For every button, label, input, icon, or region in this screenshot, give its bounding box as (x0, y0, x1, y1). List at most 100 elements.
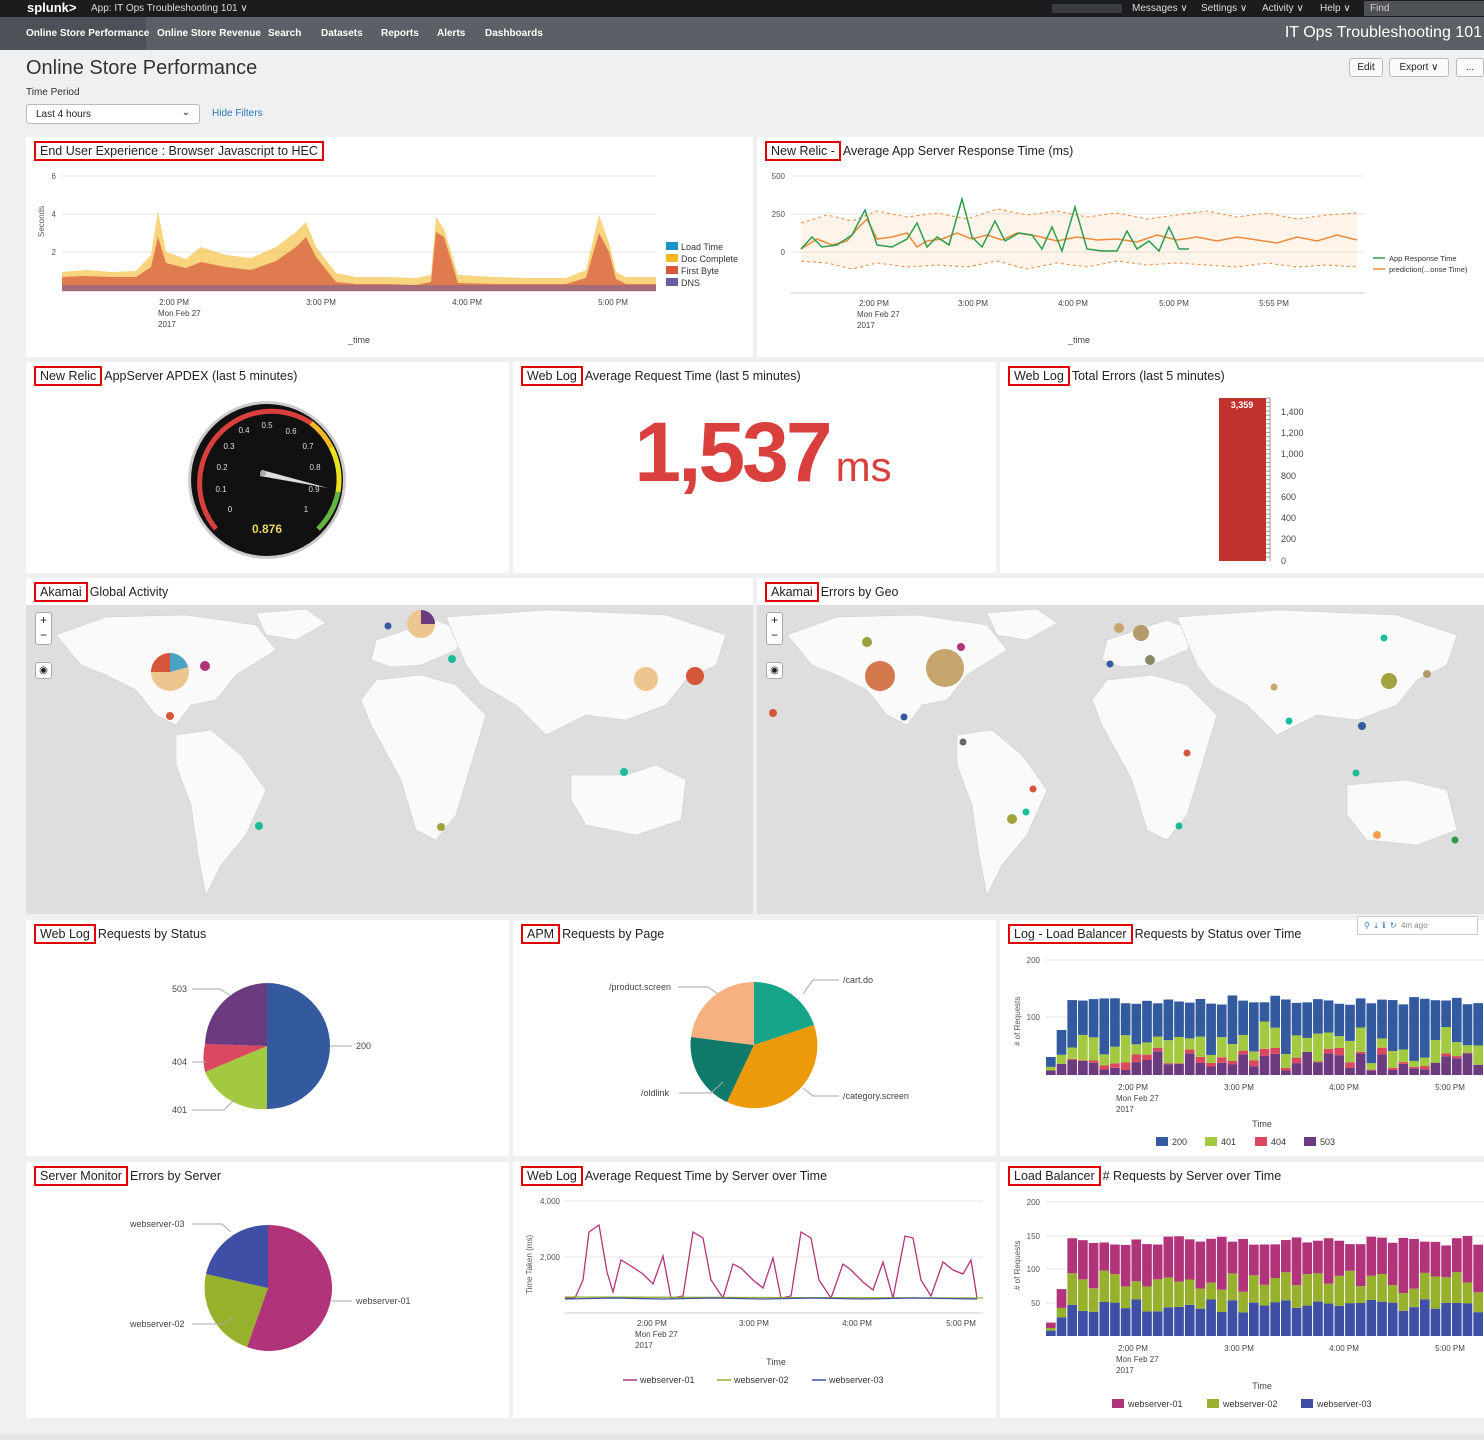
bar-503 (1323, 1053, 1334, 1075)
user-menu-blurred[interactable] (1052, 4, 1122, 13)
nav-search[interactable]: Search (268, 28, 301, 39)
map-marker[interactable] (1007, 814, 1017, 824)
map-marker[interactable] (200, 661, 210, 671)
bar-webserver-02 (1110, 1274, 1120, 1303)
map-pie-marker[interactable] (1114, 623, 1124, 633)
app-menu[interactable]: App: IT Ops Troubleshooting 101 ∨ (91, 3, 248, 14)
map-marker[interactable] (166, 712, 174, 720)
map-marker[interactable] (1145, 655, 1155, 665)
map-marker[interactable] (620, 768, 628, 776)
map-marker[interactable] (957, 643, 965, 651)
map-marker[interactable] (1106, 660, 1114, 668)
more-actions-button[interactable]: ... (1456, 58, 1484, 77)
map-marker[interactable] (1175, 822, 1183, 830)
map-marker[interactable] (686, 667, 704, 685)
map-marker[interactable] (900, 713, 908, 721)
nav-reports[interactable]: Reports (381, 28, 419, 39)
nav-dashboards[interactable]: Dashboards (485, 28, 543, 39)
bar-401 (1281, 1054, 1291, 1068)
zoom-in-button[interactable]: + (767, 613, 782, 628)
map-pie-marker[interactable] (1133, 625, 1149, 641)
bar-webserver-02 (1142, 1286, 1152, 1312)
bar-401 (1088, 1037, 1099, 1061)
bar-401 (1227, 1044, 1238, 1061)
map-marker[interactable] (1029, 785, 1037, 793)
map-reset-button[interactable]: ◉ (766, 662, 783, 679)
map-pie-marker[interactable] (926, 649, 964, 687)
map-marker[interactable] (384, 622, 392, 630)
map-pie-marker[interactable] (865, 661, 895, 691)
bar-401 (1248, 1051, 1259, 1061)
edit-button[interactable]: Edit (1349, 58, 1383, 77)
bar-401 (1473, 1045, 1483, 1065)
nav-datasets[interactable]: Datasets (321, 28, 363, 39)
find-input[interactable]: Find (1364, 1, 1484, 16)
apdex-gauge: 0 0.1 0.2 0.3 0.4 0.5 0.6 0.7 0.8 0.9 1 … (188, 401, 346, 559)
bar-503 (1291, 1063, 1302, 1075)
export-button[interactable]: Export ∨ (1389, 58, 1449, 77)
map-marker[interactable] (1373, 831, 1381, 839)
time-period-select[interactable]: Last 4 hours ⌄ (26, 104, 200, 124)
world-map[interactable] (757, 605, 1484, 914)
activity-menu[interactable]: Activity ∨ (1262, 3, 1304, 14)
pie-slice-product[interactable] (691, 981, 754, 1045)
bar-401 (1366, 1063, 1377, 1070)
map-marker[interactable] (1352, 769, 1360, 777)
y-axis-label: Time Taken (ms) (525, 1235, 534, 1294)
bar-webserver-03 (1131, 1299, 1142, 1336)
map-pie-marker[interactable] (1381, 673, 1397, 689)
bar-404 (1088, 1060, 1099, 1063)
bar-webserver-01 (1313, 1240, 1323, 1274)
map-marker[interactable] (255, 822, 263, 830)
bar-503 (1163, 1064, 1174, 1075)
pie-slice-200[interactable] (267, 983, 330, 1109)
bar-401 (1377, 1038, 1387, 1048)
pie-slice-503[interactable] (205, 983, 267, 1046)
bar-200 (1377, 999, 1387, 1039)
map-pie-marker[interactable] (634, 667, 658, 691)
x-date: Mon Feb 27 (158, 309, 201, 318)
help-menu[interactable]: Help ∨ (1320, 3, 1351, 14)
x-axis-label: _time (347, 335, 370, 345)
splunk-logo[interactable]: splunk> (27, 0, 77, 15)
settings-menu[interactable]: Settings ∨ (1201, 3, 1247, 14)
nav-online-store-performance[interactable]: Online Store Performance (26, 28, 149, 39)
map-marker[interactable] (1380, 634, 1388, 642)
map-marker[interactable] (1358, 722, 1366, 730)
map-marker[interactable] (437, 823, 445, 831)
map-marker[interactable] (1285, 717, 1293, 725)
nav-online-store-revenue[interactable]: Online Store Revenue (157, 28, 261, 39)
zoom-out-button[interactable]: − (767, 628, 782, 643)
zoom-in-button[interactable]: + (36, 613, 51, 628)
bar-503 (1473, 1064, 1483, 1075)
messages-menu[interactable]: Messages ∨ (1132, 3, 1188, 14)
bar-webserver-02 (1323, 1283, 1334, 1304)
map-marker[interactable] (1423, 670, 1431, 678)
bar-200 (1216, 1004, 1227, 1038)
nav-alerts[interactable]: Alerts (437, 28, 465, 39)
bar-webserver-01 (1334, 1240, 1345, 1276)
gauge-tick: 0.3 (223, 442, 235, 451)
legend-item: webserver-03 (1316, 1399, 1372, 1409)
map-reset-button[interactable]: ◉ (35, 662, 52, 679)
app-nav: Online Store Performance Online Store Re… (0, 17, 1484, 50)
map-marker[interactable] (959, 738, 967, 746)
map-marker[interactable] (769, 709, 777, 717)
map-marker[interactable] (1022, 808, 1030, 816)
map-marker[interactable] (1270, 683, 1278, 691)
map-marker[interactable] (862, 637, 872, 647)
map-marker[interactable] (1183, 749, 1191, 757)
map-marker[interactable] (448, 655, 456, 663)
map-marker[interactable] (1451, 836, 1459, 844)
world-map[interactable] (26, 605, 753, 914)
legend-swatch (666, 266, 678, 274)
zoom-out-button[interactable]: − (36, 628, 51, 643)
x-tick: 2:00 PM (859, 299, 889, 308)
bar-503 (1462, 1053, 1473, 1075)
bar-200 (1441, 1000, 1451, 1028)
y-tick: 2,000 (540, 1253, 561, 1262)
bar-200 (1462, 1004, 1473, 1046)
bar-200 (1451, 997, 1462, 1043)
hide-filters-link[interactable]: Hide Filters (212, 108, 263, 119)
bar-503 (1377, 1054, 1387, 1075)
